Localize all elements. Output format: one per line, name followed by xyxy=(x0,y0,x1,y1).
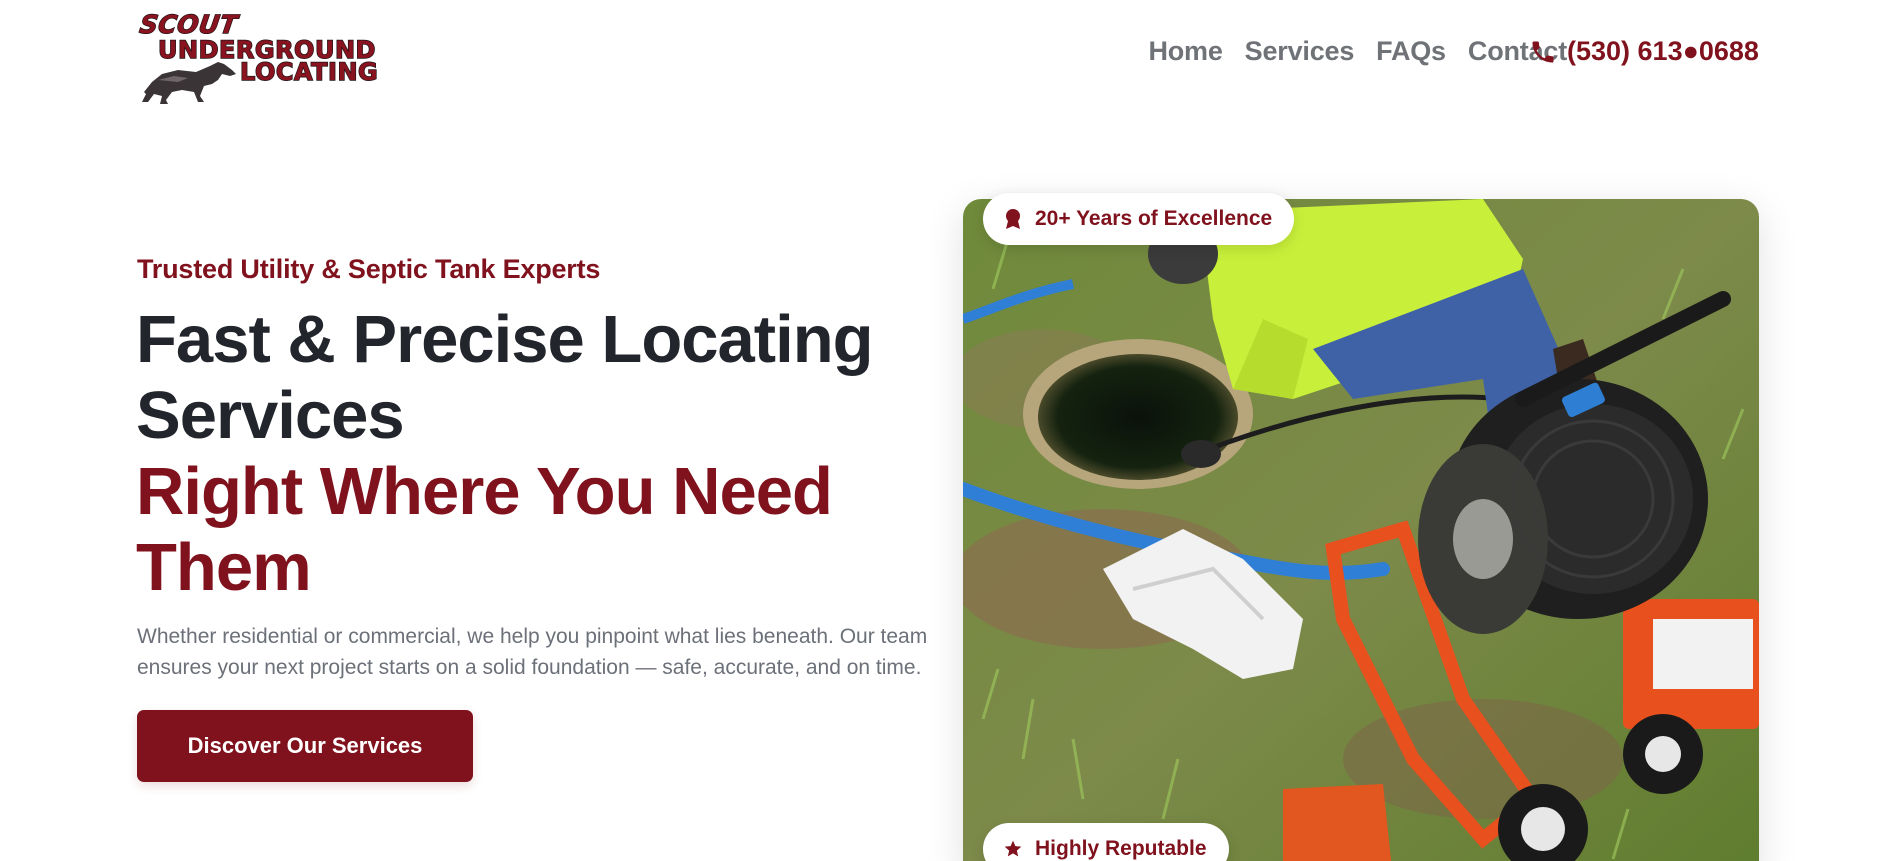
headline-line-1: Fast & Precise Locating xyxy=(136,302,874,377)
phone-icon xyxy=(1532,41,1554,62)
headline-line-2: Services xyxy=(136,378,405,453)
reputable-badge: Highly Reputable xyxy=(983,823,1229,861)
nav-home-link[interactable]: Home xyxy=(1148,36,1222,67)
phone-number: (530) 613●0688 xyxy=(1567,36,1759,66)
years-excellence-badge: 20+ Years of Excellence xyxy=(983,193,1295,245)
headline-accent-line-2: Them xyxy=(136,530,312,605)
reputable-badge-label: Highly Reputable xyxy=(1035,837,1207,860)
hero-headline: Fast & Precise Locating Services Right W… xyxy=(136,302,936,606)
phone-link[interactable]: (530) 613●0688 xyxy=(1529,36,1759,67)
site-header: SCOUT UNDERGROUND LOCATING Home Services… xyxy=(0,0,1895,110)
nav-faqs-link[interactable]: FAQs xyxy=(1376,36,1446,67)
discover-services-button[interactable]: Discover Our Services xyxy=(137,710,473,782)
hero-eyebrow: Trusted Utility & Septic Tank Experts xyxy=(137,254,601,284)
main-nav: Home Services FAQs Contact xyxy=(1148,36,1567,67)
award-icon xyxy=(1006,209,1020,229)
technician-photo-image xyxy=(963,199,1759,861)
brand-logo[interactable]: SCOUT UNDERGROUND LOCATING xyxy=(137,8,378,104)
hero-photo xyxy=(963,199,1759,861)
nav-services-link[interactable]: Services xyxy=(1245,36,1355,67)
logo-word-scout: SCOUT xyxy=(137,9,240,39)
logo-word-locating: LOCATING xyxy=(239,58,379,86)
years-badge-label: 20+ Years of Excellence xyxy=(1035,207,1273,230)
star-icon xyxy=(1004,840,1022,857)
hero-description: Whether residential or commercial, we he… xyxy=(137,625,928,679)
headline-accent-line-1: Right Where You Need xyxy=(136,454,833,529)
page: SCOUT UNDERGROUND LOCATING Home Services… xyxy=(0,0,1895,861)
